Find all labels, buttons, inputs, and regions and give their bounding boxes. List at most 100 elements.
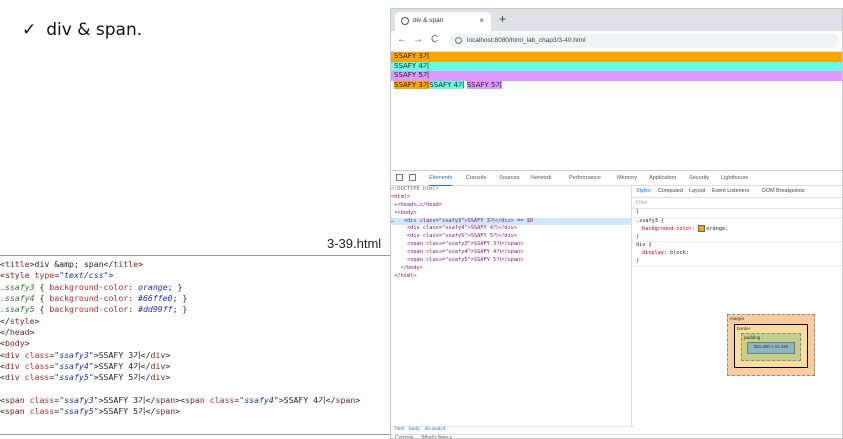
ssafy3-value[interactable]: orange; <box>706 226 728 232</box>
code-line: <title>div &amp; span</title> <box>0 259 436 270</box>
devtools-tab-elements[interactable]: Elements <box>429 175 453 186</box>
dom-node[interactable]: </body> <box>391 265 631 273</box>
inline-spans-row: SSAFY 3기SSAFY 4기 SSAFY 5기 <box>391 80 842 91</box>
new-tab-button[interactable]: + <box>499 12 506 26</box>
styles-tabs: Styles Computed Layout Event Listeners DOM B… <box>632 186 842 198</box>
code-token: div <box>4 349 20 360</box>
styles-tab-computed[interactable]: Computed <box>658 188 683 194</box>
code-line: <body> <box>0 338 436 349</box>
code-token: class <box>24 372 50 383</box>
span-ssafy4: SSAFY 4기 <box>429 80 465 89</box>
code-token: type <box>34 270 55 281</box>
styles-tab-styles[interactable]: Styles <box>636 188 651 194</box>
browser-tab[interactable]: div & span × <box>395 12 491 31</box>
code-line: .ssafy3 { background-color: orange; } <box>0 282 436 293</box>
ssafy3-prop[interactable]: background-color: <box>636 226 695 232</box>
ssafy3-selector: .ssafy3 { <box>636 217 665 224</box>
code-token: class <box>24 349 50 360</box>
styles-tab-dom-breakpoints[interactable]: DOM Breakpoints <box>762 188 805 194</box>
devtools-tab-lighthouse[interactable]: Lighthouse <box>721 175 748 181</box>
code-token: title <box>4 259 30 269</box>
breadcrumb-item[interactable]: html <box>395 427 404 432</box>
dom-node[interactable]: <span class="ssafy4">SSAFY 4기</span> <box>391 249 631 257</box>
code-token: "ssafy5" <box>54 372 94 383</box>
forward-button[interactable]: → <box>413 34 423 45</box>
dom-node[interactable]: ▸<head>…</head> <box>391 202 631 210</box>
styles-tab-event-listeners[interactable]: Event Listeners <box>712 188 749 194</box>
styles-filter-input[interactable]: Filter <box>632 198 842 209</box>
devtools-tab-performance[interactable]: Performance <box>569 175 601 181</box>
info-icon <box>455 37 462 44</box>
code-token: "ssafy4" <box>239 395 279 406</box>
code-token: </ <box>0 315 10 326</box>
devtools-panel: Elements Console Sources Network Performance… <box>391 170 842 438</box>
url-text: localhost:8080/html_lab_chap3/3-40.html <box>467 37 586 44</box>
code-token: "text/css" <box>59 270 109 281</box>
devtools-tab-application[interactable]: Application <box>649 175 676 181</box>
back-button[interactable]: ← <box>397 34 407 45</box>
code-token: : <box>128 293 139 304</box>
globe-icon <box>401 17 409 25</box>
code-token: > <box>165 372 171 383</box>
devtools-tab-network[interactable]: Network <box>531 175 552 181</box>
div-prop: display: <box>642 249 667 256</box>
dom-node[interactable]: <span class="ssafy3">SSAFY 3기</span> <box>391 241 631 249</box>
box-model-border: border padding - 351.400 × 21.440 <box>734 324 808 368</box>
code-token: >SSAFY 3기</ <box>93 349 151 360</box>
code-token: > <box>175 406 181 417</box>
code-token: : <box>128 281 139 292</box>
code-token: style <box>9 315 35 326</box>
code-token: > <box>165 349 171 360</box>
code-token: ; } <box>172 293 188 304</box>
code-token: div <box>150 372 166 383</box>
code-token: div <box>150 349 166 360</box>
devtools-tab-security[interactable]: Security <box>689 175 709 181</box>
devtools-tab-console[interactable]: Console <box>466 175 487 181</box>
code-token: > <box>138 259 143 269</box>
page-viewport: SSAFY 3기 SSAFY 4기 SSAFY 5기 SSAFY 3기SSAFY… <box>391 52 842 170</box>
code-line: <span class="ssafy5">SSAFY 5기</span> <box>0 406 436 417</box>
div-ssafy3: SSAFY 3기 <box>391 52 842 62</box>
inspect-icon[interactable] <box>396 174 403 181</box>
code-token: div <box>4 361 20 372</box>
breadcrumb-item[interactable]: div.ssafy3 <box>424 427 445 432</box>
dom-node[interactable]: </html> <box>391 273 631 281</box>
drawer-tab[interactable]: Console <box>395 435 413 438</box>
code-token: class <box>29 395 55 406</box>
code-token: title <box>113 259 139 269</box>
devtools-tab-memory[interactable]: Memory <box>617 175 637 181</box>
dom-node[interactable]: … <div class="ssafy3">SSAFY 3기</div> == … <box>391 217 631 226</box>
code-token: : <box>128 304 139 315</box>
code-line: <div class="ssafy3">SSAFY 3기</div> <box>0 350 436 361</box>
reload-button[interactable]: C <box>431 34 438 45</box>
code-token: #66ffe0 <box>138 293 173 304</box>
dom-node[interactable]: <div class="ssafy4">SSAFY 4기</div> <box>391 225 631 233</box>
code-token: background-color <box>49 293 129 304</box>
code-token: ; } <box>167 281 183 292</box>
address-bar[interactable]: localhost:8080/html_lab_chap3/3-40.html <box>449 34 839 48</box>
styles-tab-layout[interactable]: Layout <box>689 188 705 194</box>
browser-window: div & span × + ← → C localhost:8080/html… <box>390 8 843 439</box>
code-line: </head> <box>0 327 436 338</box>
devtools-tab-sources[interactable]: Sources <box>499 175 520 181</box>
code-token: span <box>4 395 25 406</box>
dom-node[interactable]: <html> <box>391 194 631 202</box>
dom-node[interactable]: <!DOCTYPE html> <box>391 186 631 194</box>
dom-node[interactable]: <span class="ssafy5">SSAFY 5기</span> <box>391 257 631 265</box>
code-token: class <box>29 406 55 417</box>
code-token: head <box>9 327 30 338</box>
code-token: >SSAFY 3기</ <box>98 395 156 406</box>
code-line: </style> <box>0 316 436 327</box>
ssafy3-close: } <box>636 233 640 240</box>
dom-node[interactable]: ▾<body> <box>391 210 631 218</box>
dom-node[interactable]: <div class="ssafy5">SSAFY 5기</div> <box>391 233 631 241</box>
code-token: "ssafy3" <box>54 349 94 360</box>
breadcrumb-item[interactable]: body <box>409 427 419 432</box>
close-tab-icon[interactable]: × <box>479 16 484 25</box>
drawer-tab[interactable]: What's New × <box>421 435 452 438</box>
code-token: > <box>165 361 171 372</box>
device-toggle-icon[interactable] <box>409 174 416 181</box>
code-token: { <box>34 304 50 315</box>
color-swatch[interactable] <box>698 225 706 233</box>
